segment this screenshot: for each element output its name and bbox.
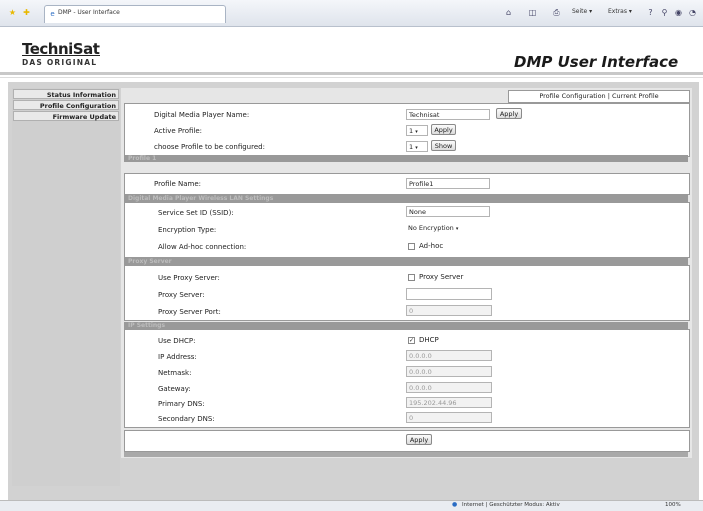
ip-section-bar (124, 322, 688, 329)
footer-bar (124, 452, 688, 457)
extra-tool-icon[interactable]: ◔ (688, 8, 697, 17)
profile-name-input[interactable]: Profile1 (406, 178, 490, 189)
breadcrumb: Profile Configuration | Current Profile (508, 90, 690, 103)
apply-name-button[interactable]: Apply (496, 108, 522, 119)
ip-section-title: IP Settings (128, 322, 166, 329)
adhoc-checkbox-label: Ad-hoc (419, 242, 444, 250)
apply-profile-button[interactable]: Apply (431, 124, 456, 135)
messenger-icon[interactable]: ◉ (674, 8, 683, 17)
home-icon[interactable]: ⌂ (504, 8, 513, 17)
netmask-label: Netmask: (158, 369, 192, 377)
active-profile-label: Active Profile: (154, 127, 203, 135)
browser-status-bar (0, 500, 703, 511)
active-profile-value: 1 (409, 127, 414, 135)
encryption-select[interactable]: No Encryption ▾ (406, 223, 468, 234)
profile-name-label: Profile Name: (154, 180, 202, 188)
chevron-down-icon: ▾ (455, 226, 459, 232)
show-profile-button[interactable]: Show (431, 140, 456, 151)
proxy-section-title: Proxy Server (128, 258, 172, 265)
profile-section-bar (124, 155, 688, 162)
encryption-value: No Encryption (408, 224, 454, 232)
ssid-label: Service Set ID (SSID): (158, 209, 234, 217)
encryption-label: Encryption Type: (158, 226, 217, 234)
logo-tagline: DAS ORIGINAL (22, 58, 98, 67)
secondary-dns-label: Secondary DNS: (158, 415, 215, 423)
player-name-input[interactable]: Technisat (406, 109, 490, 120)
security-zone-text: Internet | Geschützter Modus: Aktiv (462, 502, 560, 508)
print-icon[interactable]: ⎙ (552, 8, 561, 17)
feeds-icon[interactable]: ◫ (528, 8, 537, 17)
profile-section-title: Profile 1 (128, 155, 157, 162)
player-name-label: Digital Media Player Name: (154, 111, 250, 119)
gateway-input[interactable]: 0.0.0.0 (406, 382, 492, 393)
choose-profile-label: choose Profile to be configured: (154, 143, 265, 151)
sidebar-item-profile-configuration[interactable]: Profile Configuration (13, 100, 119, 110)
active-profile-select[interactable]: 1 ▾ (406, 125, 428, 136)
apply-settings-button[interactable]: Apply (406, 434, 432, 445)
chevron-down-icon: ▾ (415, 145, 418, 151)
proxy-checkbox[interactable] (408, 274, 415, 281)
netmask-input[interactable]: 0.0.0.0 (406, 366, 492, 377)
proxy-port-label: Proxy Server Port: (158, 308, 221, 316)
help-icon[interactable]: ? (646, 8, 655, 17)
proxy-server-input[interactable] (406, 288, 492, 300)
ie-page-icon: e (50, 10, 55, 18)
internet-zone-icon: ● (452, 501, 458, 508)
choose-profile-select[interactable]: 1 ▾ (406, 141, 428, 152)
page-menu[interactable]: Seite ▾ (572, 8, 592, 15)
research-icon[interactable]: ⚲ (660, 8, 669, 17)
zoom-level[interactable]: 100% (665, 502, 681, 508)
gateway-label: Gateway: (158, 385, 191, 393)
sidebar-item-firmware-update[interactable]: Firmware Update (13, 111, 119, 121)
tab-title: DMP - User Interface (58, 9, 120, 16)
sidebar-item-status-information[interactable]: Status Information (13, 89, 119, 99)
proxy-server-label: Proxy Server: (158, 291, 205, 299)
use-proxy-label: Use Proxy Server: (158, 274, 220, 282)
adhoc-checkbox[interactable] (408, 243, 415, 250)
add-favorites-icon[interactable]: ✚ (22, 8, 31, 17)
header-divider (0, 72, 703, 75)
header-divider-thin (0, 77, 703, 78)
logo-divider (22, 55, 100, 56)
primary-dns-label: Primary DNS: (158, 400, 205, 408)
ip-address-input[interactable]: 0.0.0.0 (406, 350, 492, 361)
favorites-star-icon[interactable]: ★ (8, 8, 17, 17)
sidebar (12, 88, 120, 486)
proxy-section-bar (124, 258, 688, 265)
dhcp-checkbox-label: DHCP (419, 336, 439, 344)
choose-profile-value: 1 (409, 143, 414, 151)
ssid-input[interactable]: None (406, 206, 490, 217)
proxy-checkbox-label: Proxy Server (419, 273, 464, 281)
secondary-dns-input[interactable]: 0 (406, 412, 492, 423)
extras-menu[interactable]: Extras ▾ (608, 8, 632, 15)
dhcp-label: Use DHCP: (158, 337, 196, 345)
dhcp-checkbox[interactable]: ✓ (408, 337, 415, 344)
ip-address-label: IP Address: (158, 353, 197, 361)
adhoc-label: Allow Ad-hoc connection: (158, 243, 247, 251)
page-title: DMP User Interface (514, 53, 679, 71)
proxy-port-input[interactable]: 0 (406, 305, 492, 316)
chevron-down-icon: ▾ (415, 129, 418, 135)
primary-dns-input[interactable]: 195.202.44.96 (406, 397, 492, 408)
wlan-section-title: Digital Media Player Wireless LAN Settin… (128, 195, 274, 202)
